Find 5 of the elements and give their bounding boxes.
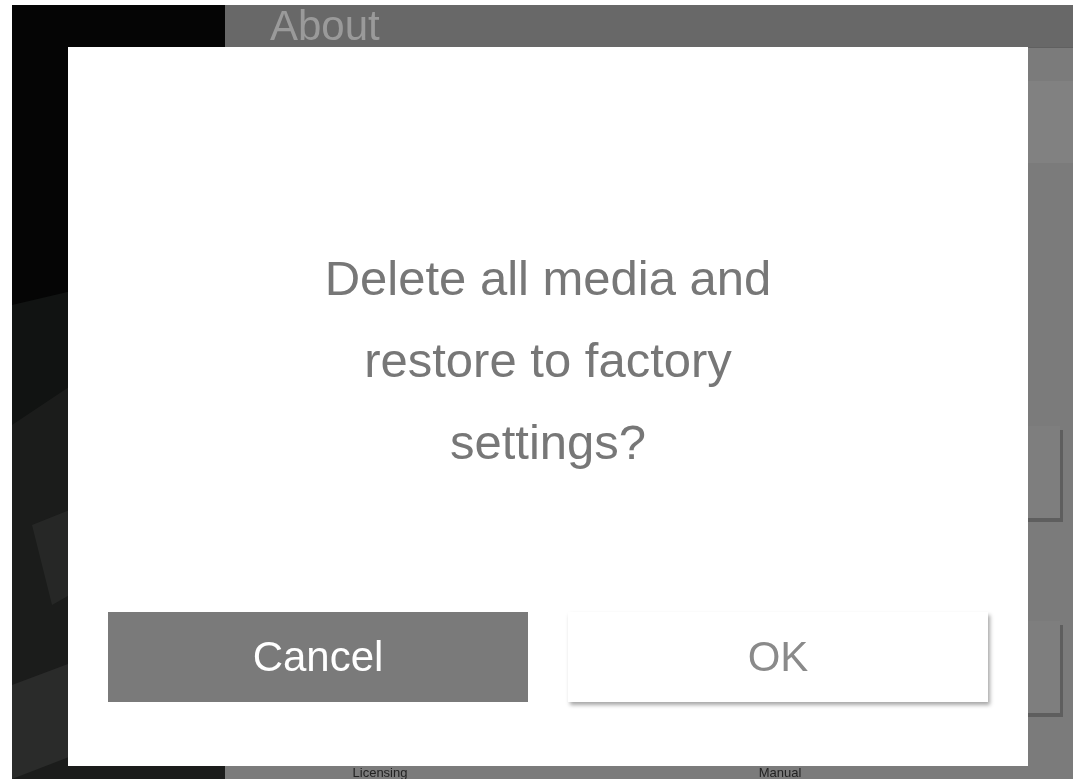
cancel-button[interactable]: Cancel bbox=[108, 612, 528, 702]
menu-label[interactable]: Licensing bbox=[180, 766, 580, 779]
ok-button[interactable]: OK bbox=[568, 612, 988, 702]
dialog-message: Delete all media and restore to factory settings? bbox=[323, 250, 773, 471]
menu-label[interactable]: Manual bbox=[580, 766, 980, 779]
